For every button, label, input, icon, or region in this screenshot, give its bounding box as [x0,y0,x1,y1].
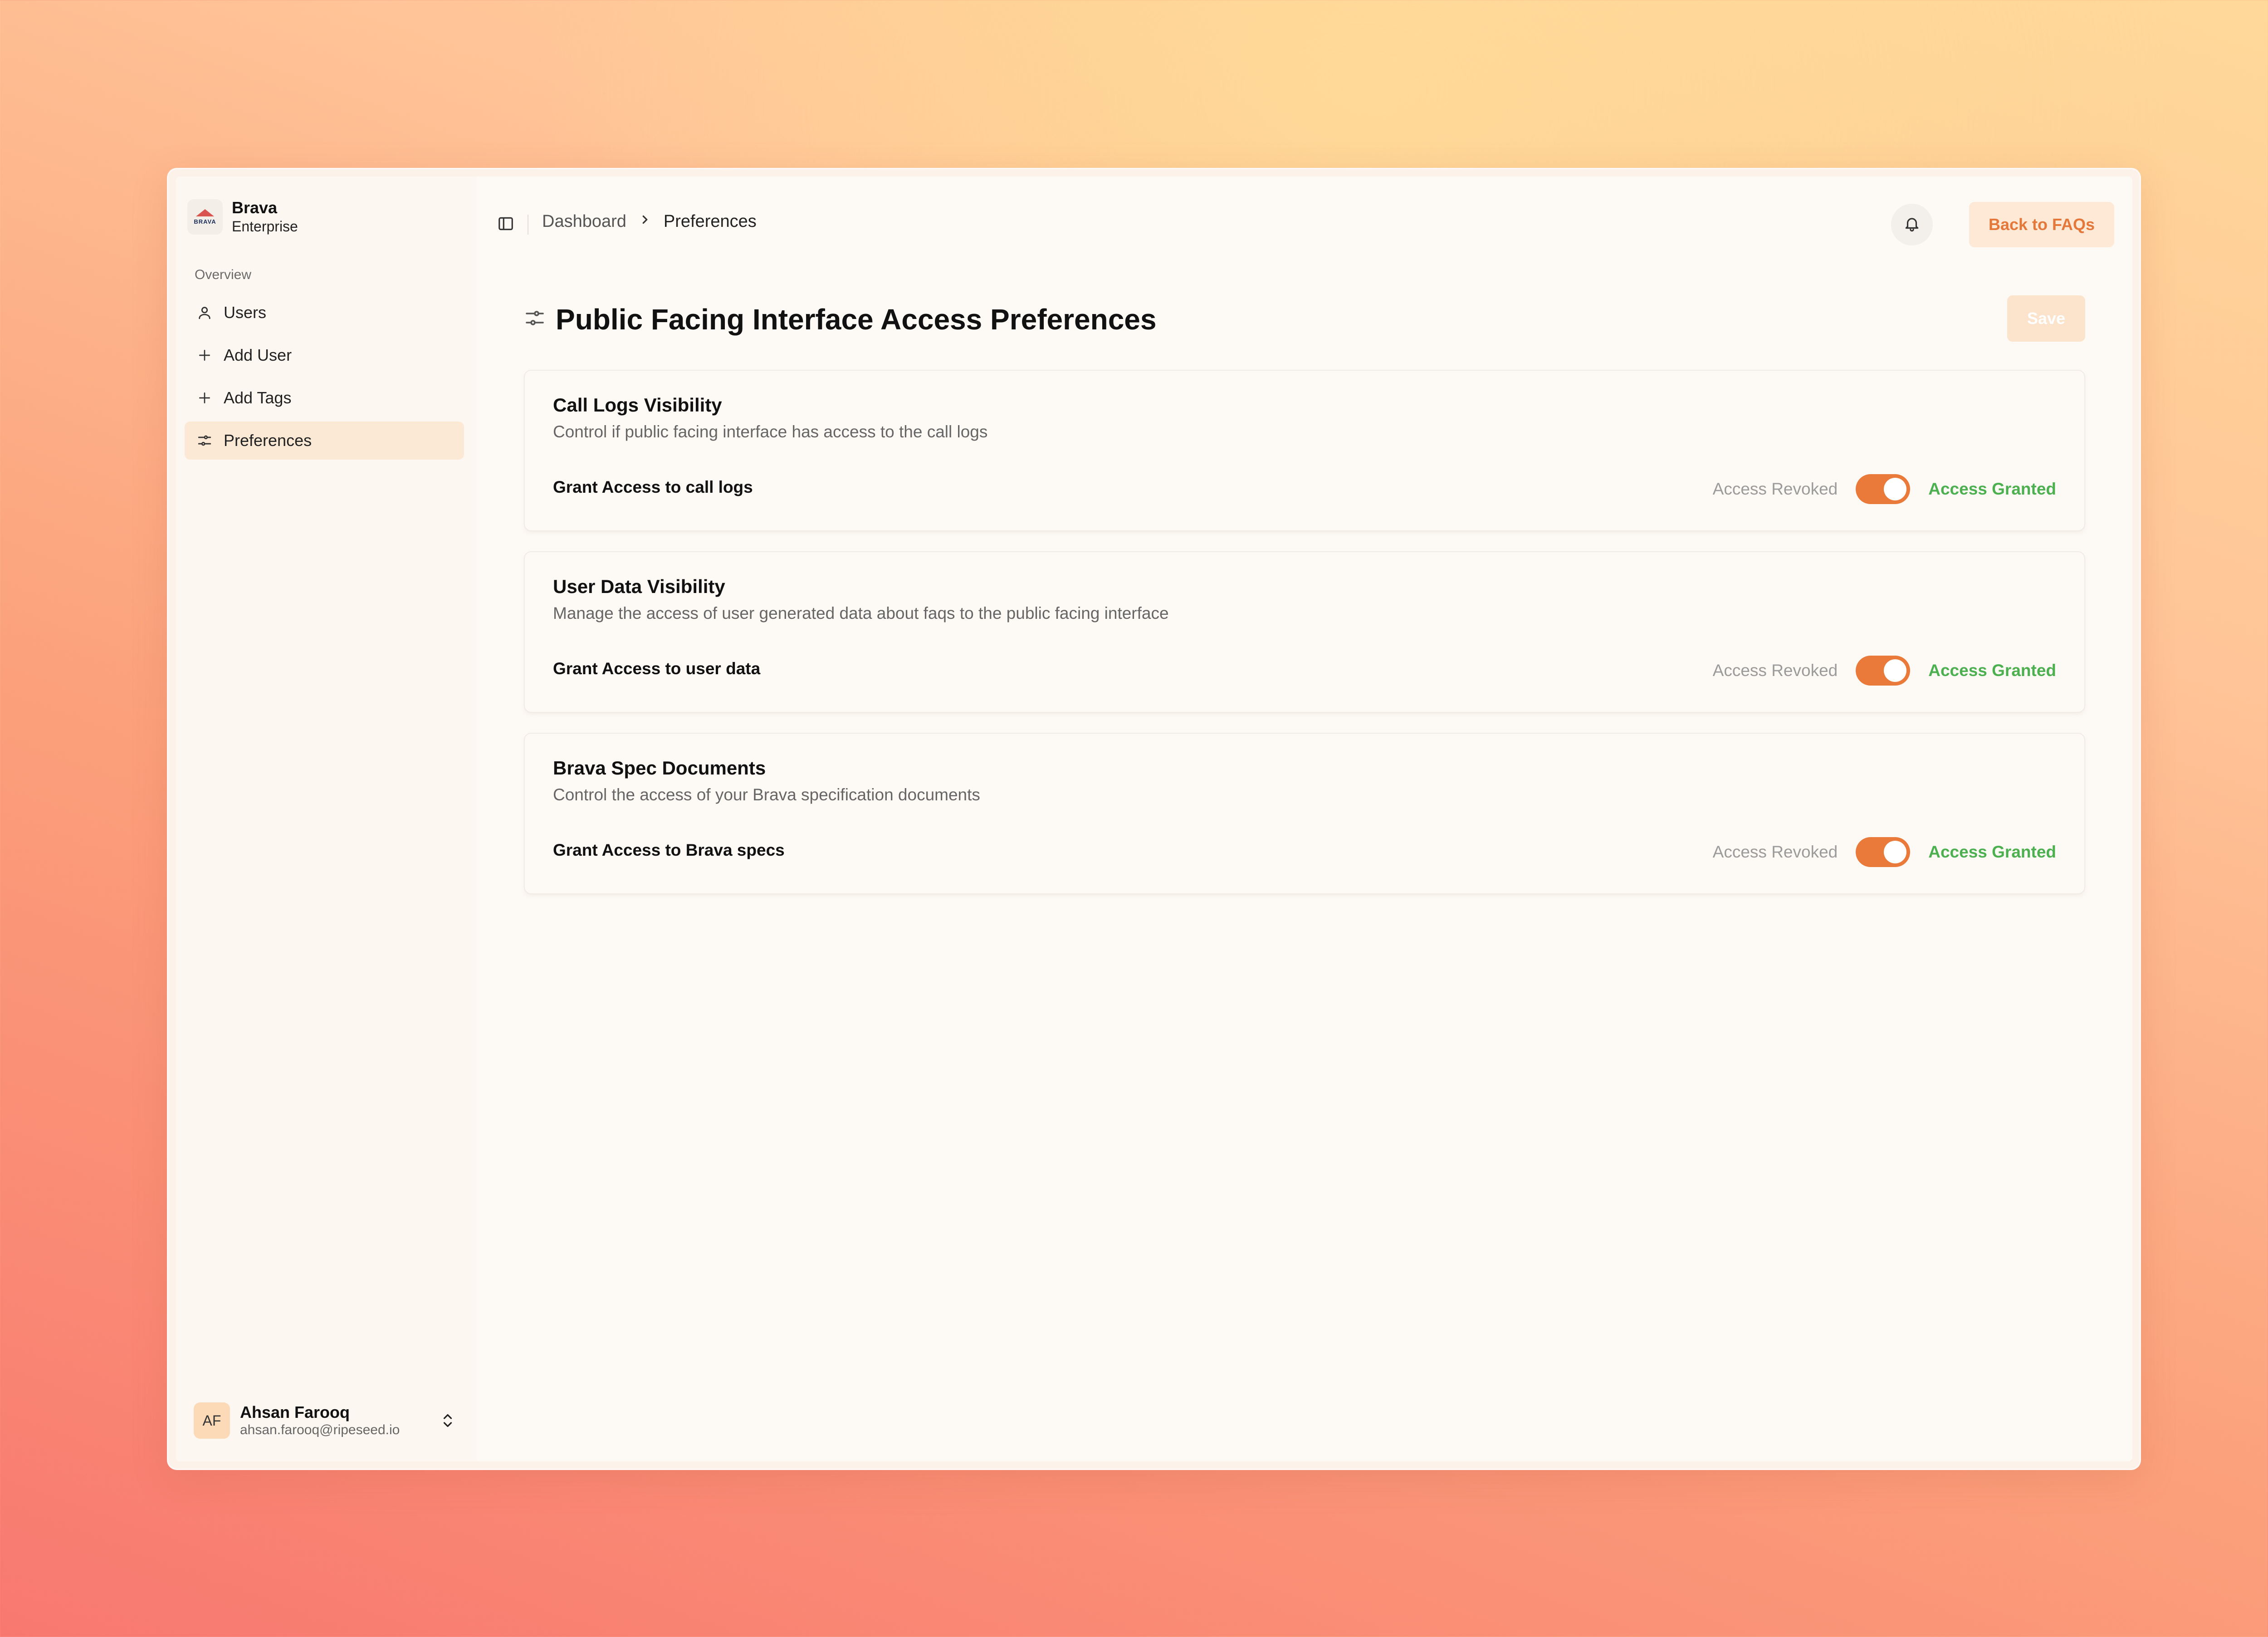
card-brava-specs: Brava Spec Documents Control the access … [524,733,2085,894]
card-call-logs: Call Logs Visibility Control if public f… [524,370,2085,531]
brava-specs-access-toggle[interactable] [1856,837,1911,867]
plus-icon [196,346,214,364]
card-title: Call Logs Visibility [553,394,722,416]
sidebar-item-users[interactable]: Users [185,294,464,332]
app-surface: BRAVA Brava Enterprise Overview Users Ad… [176,176,2132,1461]
brand-subtitle: Enterprise [232,218,298,235]
main-content: Dashboard Preferences Back to FAQs Publi… [477,176,2132,1461]
sliders-icon [524,307,546,329]
logo-wordmark: BRAVA [194,218,216,225]
card-description: Control the access of your Brava specifi… [553,785,980,804]
setting-label: Grant Access to Brava specs [553,841,785,859]
app-window: BRAVA Brava Enterprise Overview Users Ad… [167,168,2141,1470]
access-toggle-row: Access Revoked Access Granted [1713,473,2056,505]
user-menu[interactable]: AF Ahsan Farooq ahsan.farooq@ripeseed.io [194,1398,457,1443]
user-name: Ahsan Farooq [240,1403,350,1421]
call-logs-access-toggle[interactable] [1856,474,1911,504]
brand-name: Brava [232,198,278,217]
logo-roof-mark [196,209,214,216]
sidebar-item-label: Add Tags [224,388,292,407]
sidebar-item-add-tags[interactable]: Add Tags [185,379,464,417]
card-title: User Data Visibility [553,576,725,597]
toggle-knob [1884,659,1907,682]
notifications-button[interactable] [1891,204,1933,245]
card-description: Control if public facing interface has a… [553,422,988,441]
setting-label: Grant Access to call logs [553,478,753,496]
plus-icon [196,389,214,407]
breadcrumb: Dashboard Preferences [542,212,757,231]
sliders-icon [196,431,214,450]
user-icon [196,304,214,322]
chevron-right-icon [640,213,650,230]
setting-label: Grant Access to user data [553,659,761,678]
access-revoked-label: Access Revoked [1712,661,1838,680]
sidebar-nav: Users Add User Add Tags Preferences [185,294,464,464]
bell-icon [1903,215,1921,235]
access-granted-label: Access Granted [1928,480,2056,498]
sidebar-item-label: Add User [224,346,292,364]
access-toggle-row: Access Revoked Access Granted [1713,655,2056,686]
access-granted-label: Access Granted [1928,843,2056,861]
back-to-faqs-button[interactable]: Back to FAQs [1969,202,2114,247]
avatar: AF [194,1402,230,1439]
card-description: Manage the access of user generated data… [553,604,1169,622]
card-user-data: User Data Visibility Manage the access o… [524,551,2085,713]
chevron-up-down-icon[interactable] [439,1407,457,1434]
breadcrumb-current: Preferences [663,212,757,231]
user-email: ahsan.farooq@ripeseed.io [240,1422,400,1437]
preference-cards: Call Logs Visibility Control if public f… [524,370,2085,914]
access-granted-label: Access Granted [1928,661,2056,680]
brand-switcher[interactable]: BRAVA Brava Enterprise [187,198,298,235]
access-revoked-label: Access Revoked [1712,480,1838,498]
sidebar-item-add-user[interactable]: Add User [185,336,464,374]
toggle-knob [1884,841,1907,863]
sidebar-toggle-icon[interactable] [495,213,517,235]
access-toggle-row: Access Revoked Access Granted [1713,836,2056,868]
sidebar-item-preferences[interactable]: Preferences [185,422,464,460]
access-revoked-label: Access Revoked [1712,843,1838,861]
page-header: Public Facing Interface Access Preferenc… [524,294,2085,343]
page-title: Public Facing Interface Access Preferenc… [556,303,1157,336]
brava-logo: BRAVA [187,199,223,235]
sidebar: BRAVA Brava Enterprise Overview Users Ad… [176,176,477,1461]
nav-section-label: Overview [195,267,252,282]
sidebar-item-label: Users [224,303,267,322]
top-bar: Dashboard Preferences Back to FAQs [477,202,2132,247]
breadcrumb-dashboard[interactable]: Dashboard [542,212,626,231]
user-data-access-toggle[interactable] [1856,656,1911,686]
card-title: Brava Spec Documents [553,757,766,779]
toggle-knob [1884,478,1907,500]
sidebar-item-label: Preferences [224,431,312,450]
save-button[interactable]: Save [2007,295,2085,342]
